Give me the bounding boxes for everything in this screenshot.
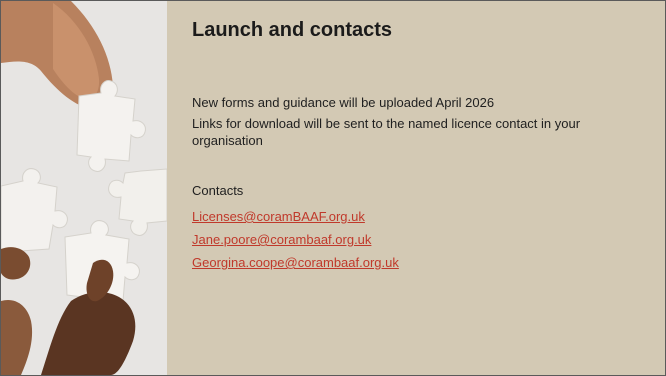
slide-title: Launch and contacts <box>192 19 393 41</box>
contacts-heading: Contacts <box>192 183 244 198</box>
puzzle-hands-illustration <box>1 1 167 375</box>
paragraph-upload-date: New forms and guidance will be uploaded … <box>192 95 495 110</box>
hands-puzzle-photo <box>1 1 167 375</box>
paragraph-download-links: Links for download will be sent to the n… <box>192 116 581 148</box>
slide: Launch and contacts New forms and guidan… <box>0 0 666 376</box>
contact-link-georgina-coope[interactable]: Georgina.coope@corambaaf.org.uk <box>192 255 399 270</box>
slide-body: New forms and guidance will be uploaded … <box>192 94 652 153</box>
contact-link-jane-poore[interactable]: Jane.poore@corambaaf.org.uk <box>192 232 399 247</box>
contact-links: Licenses@coramBAAF.org.uk Jane.poore@cor… <box>192 209 399 278</box>
contact-link-licenses[interactable]: Licenses@coramBAAF.org.uk <box>192 209 399 224</box>
